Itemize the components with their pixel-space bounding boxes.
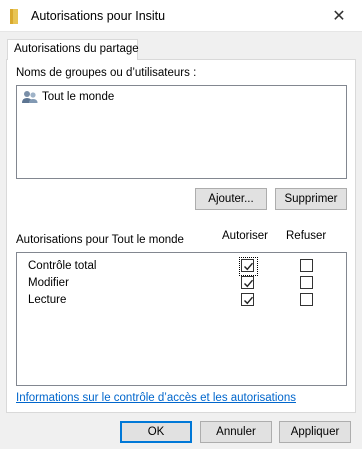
cancel-button[interactable]: Annuler bbox=[200, 421, 272, 443]
ok-button[interactable]: OK bbox=[120, 421, 192, 443]
list-item-label: Tout le monde bbox=[42, 91, 115, 103]
checkmark-icon bbox=[244, 262, 254, 271]
checkmark-icon bbox=[244, 279, 254, 288]
deny-header: Refuser bbox=[286, 230, 327, 242]
access-control-help-link[interactable]: Informations sur le contrôle d’accès et … bbox=[16, 392, 296, 404]
deny-checkbox-modify[interactable] bbox=[300, 276, 313, 289]
close-icon: ✕ bbox=[332, 8, 346, 25]
tab-share-permissions[interactable]: Autorisations du partage bbox=[7, 39, 139, 60]
permissions-list: Contrôle total Modifier Lecture bbox=[16, 252, 347, 386]
allow-header: Autoriser bbox=[222, 230, 269, 242]
permission-name: Lecture bbox=[28, 294, 67, 306]
allow-checkbox-modify[interactable] bbox=[241, 276, 254, 289]
permission-name: Contrôle total bbox=[28, 260, 97, 272]
folder-icon bbox=[10, 9, 18, 24]
permissions-label: Autorisations pour Tout le monde bbox=[16, 234, 184, 246]
add-button[interactable]: Ajouter... bbox=[195, 188, 267, 210]
permission-name: Modifier bbox=[28, 277, 69, 289]
tab-label: Autorisations du partage bbox=[14, 43, 139, 55]
close-button[interactable]: ✕ bbox=[316, 0, 362, 32]
users-icon bbox=[22, 91, 38, 103]
deny-checkbox-read[interactable] bbox=[300, 293, 313, 306]
checkmark-icon bbox=[244, 296, 254, 305]
title-bar: Autorisations pour Insitu ✕ bbox=[0, 0, 362, 32]
window-title: Autorisations pour Insitu bbox=[31, 9, 166, 23]
groups-listbox[interactable]: Tout le monde bbox=[16, 85, 347, 179]
apply-button[interactable]: Appliquer bbox=[279, 421, 351, 443]
deny-checkbox-full-control[interactable] bbox=[300, 259, 313, 272]
groups-label: Noms de groupes ou d’utilisateurs : bbox=[16, 67, 197, 79]
remove-button[interactable]: Supprimer bbox=[275, 188, 347, 210]
allow-checkbox-read[interactable] bbox=[241, 293, 254, 306]
list-item[interactable]: Tout le monde bbox=[21, 88, 343, 106]
allow-checkbox-full-control[interactable] bbox=[239, 257, 258, 276]
